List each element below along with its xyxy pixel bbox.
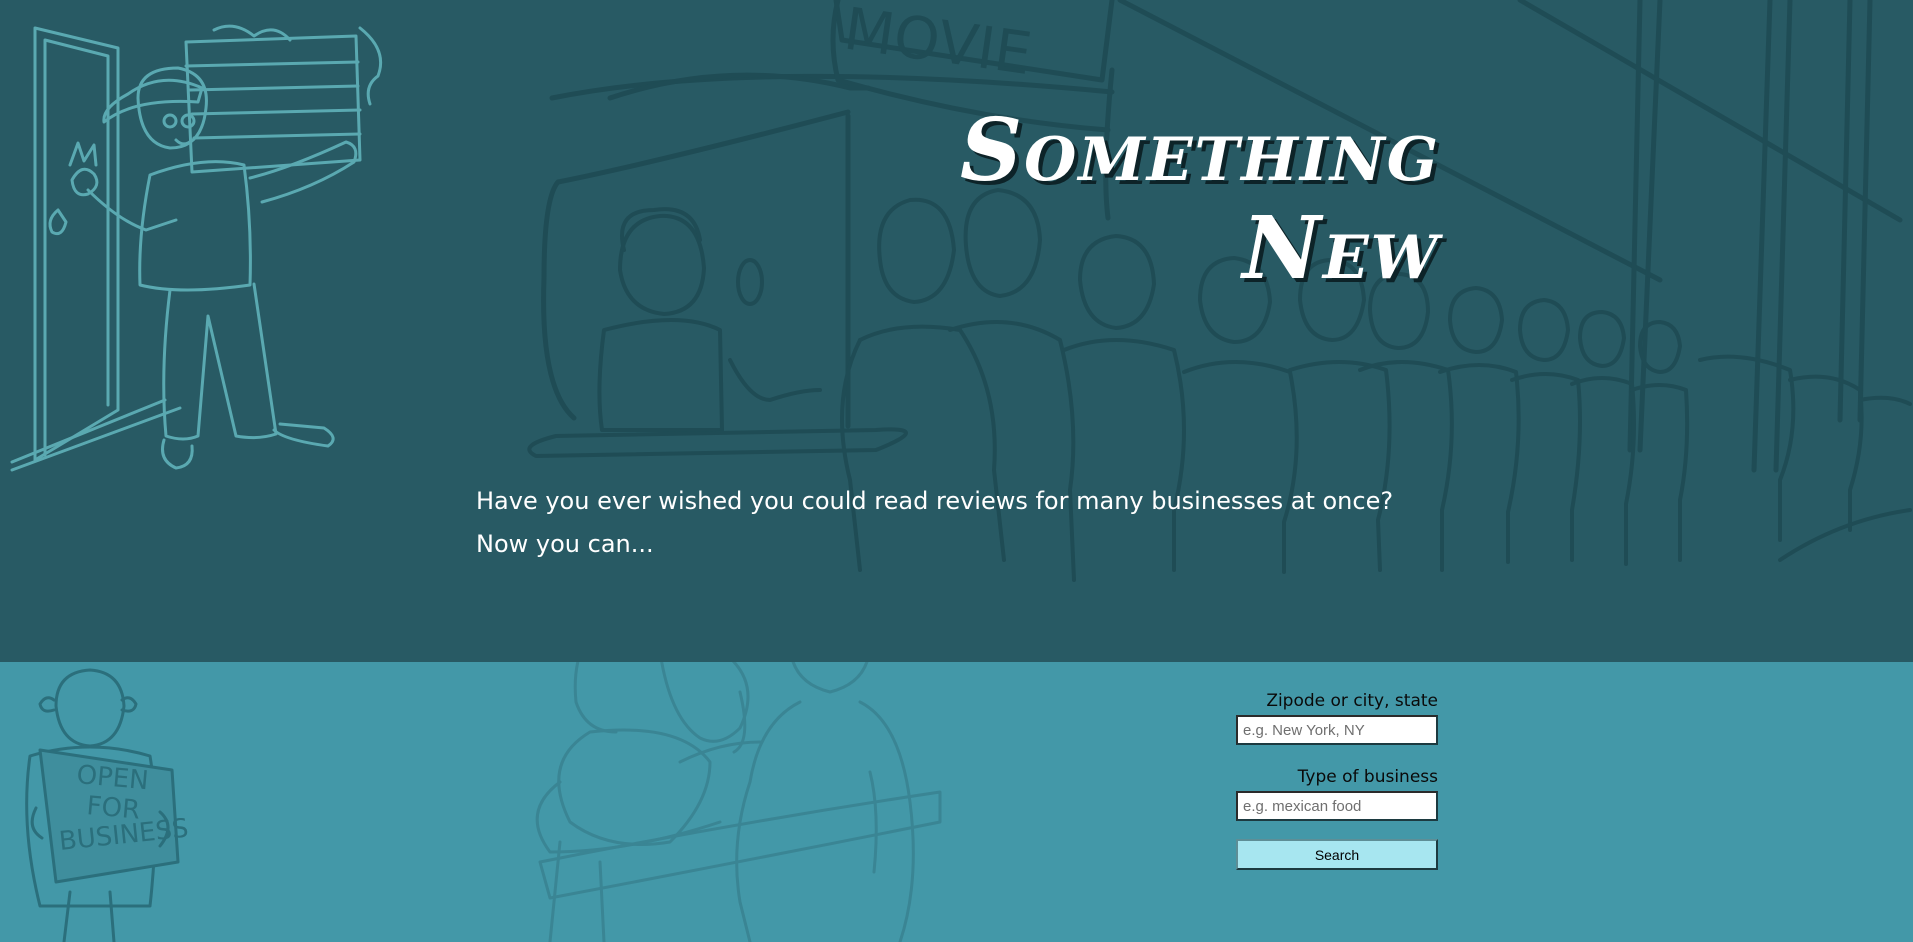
pizza-delivery-illustration xyxy=(10,24,383,472)
title-line-1: Something xyxy=(959,100,1440,201)
search-button[interactable]: Search xyxy=(1236,839,1438,870)
location-input[interactable] xyxy=(1236,715,1438,745)
open-for-business-illustration: OPEN FOR BUSINESS xyxy=(25,668,190,942)
search-form: Zipode or city, state Type of business S… xyxy=(1236,690,1438,870)
landing-page: MOVIE Something New Have you ever wished… xyxy=(0,0,1913,942)
sign-text-business: BUSINESS xyxy=(58,814,190,857)
tagline: Have you ever wished you could read revi… xyxy=(476,480,1393,566)
business-type-label: Type of business xyxy=(1297,767,1438,787)
title-line-2: New xyxy=(1242,198,1440,299)
business-type-input[interactable] xyxy=(1236,791,1438,821)
movie-sign-text: MOVIE xyxy=(840,0,1036,88)
sign-text-open: OPEN xyxy=(75,760,149,796)
location-label: Zipode or city, state xyxy=(1266,691,1438,711)
sign-text-for: FOR xyxy=(85,791,141,826)
tagline-line-2: Now you can... xyxy=(476,530,654,558)
tagline-line-1: Have you ever wished you could read revi… xyxy=(476,487,1394,515)
hero-section: MOVIE Something New Have you ever wished… xyxy=(0,0,1913,662)
search-section: OPEN FOR BUSINESS Zipode or city, state … xyxy=(0,662,1913,942)
page-title: Something New xyxy=(960,102,1440,298)
vet-dog-illustration xyxy=(535,662,942,942)
lower-background-illustration: OPEN FOR BUSINESS xyxy=(25,662,942,942)
